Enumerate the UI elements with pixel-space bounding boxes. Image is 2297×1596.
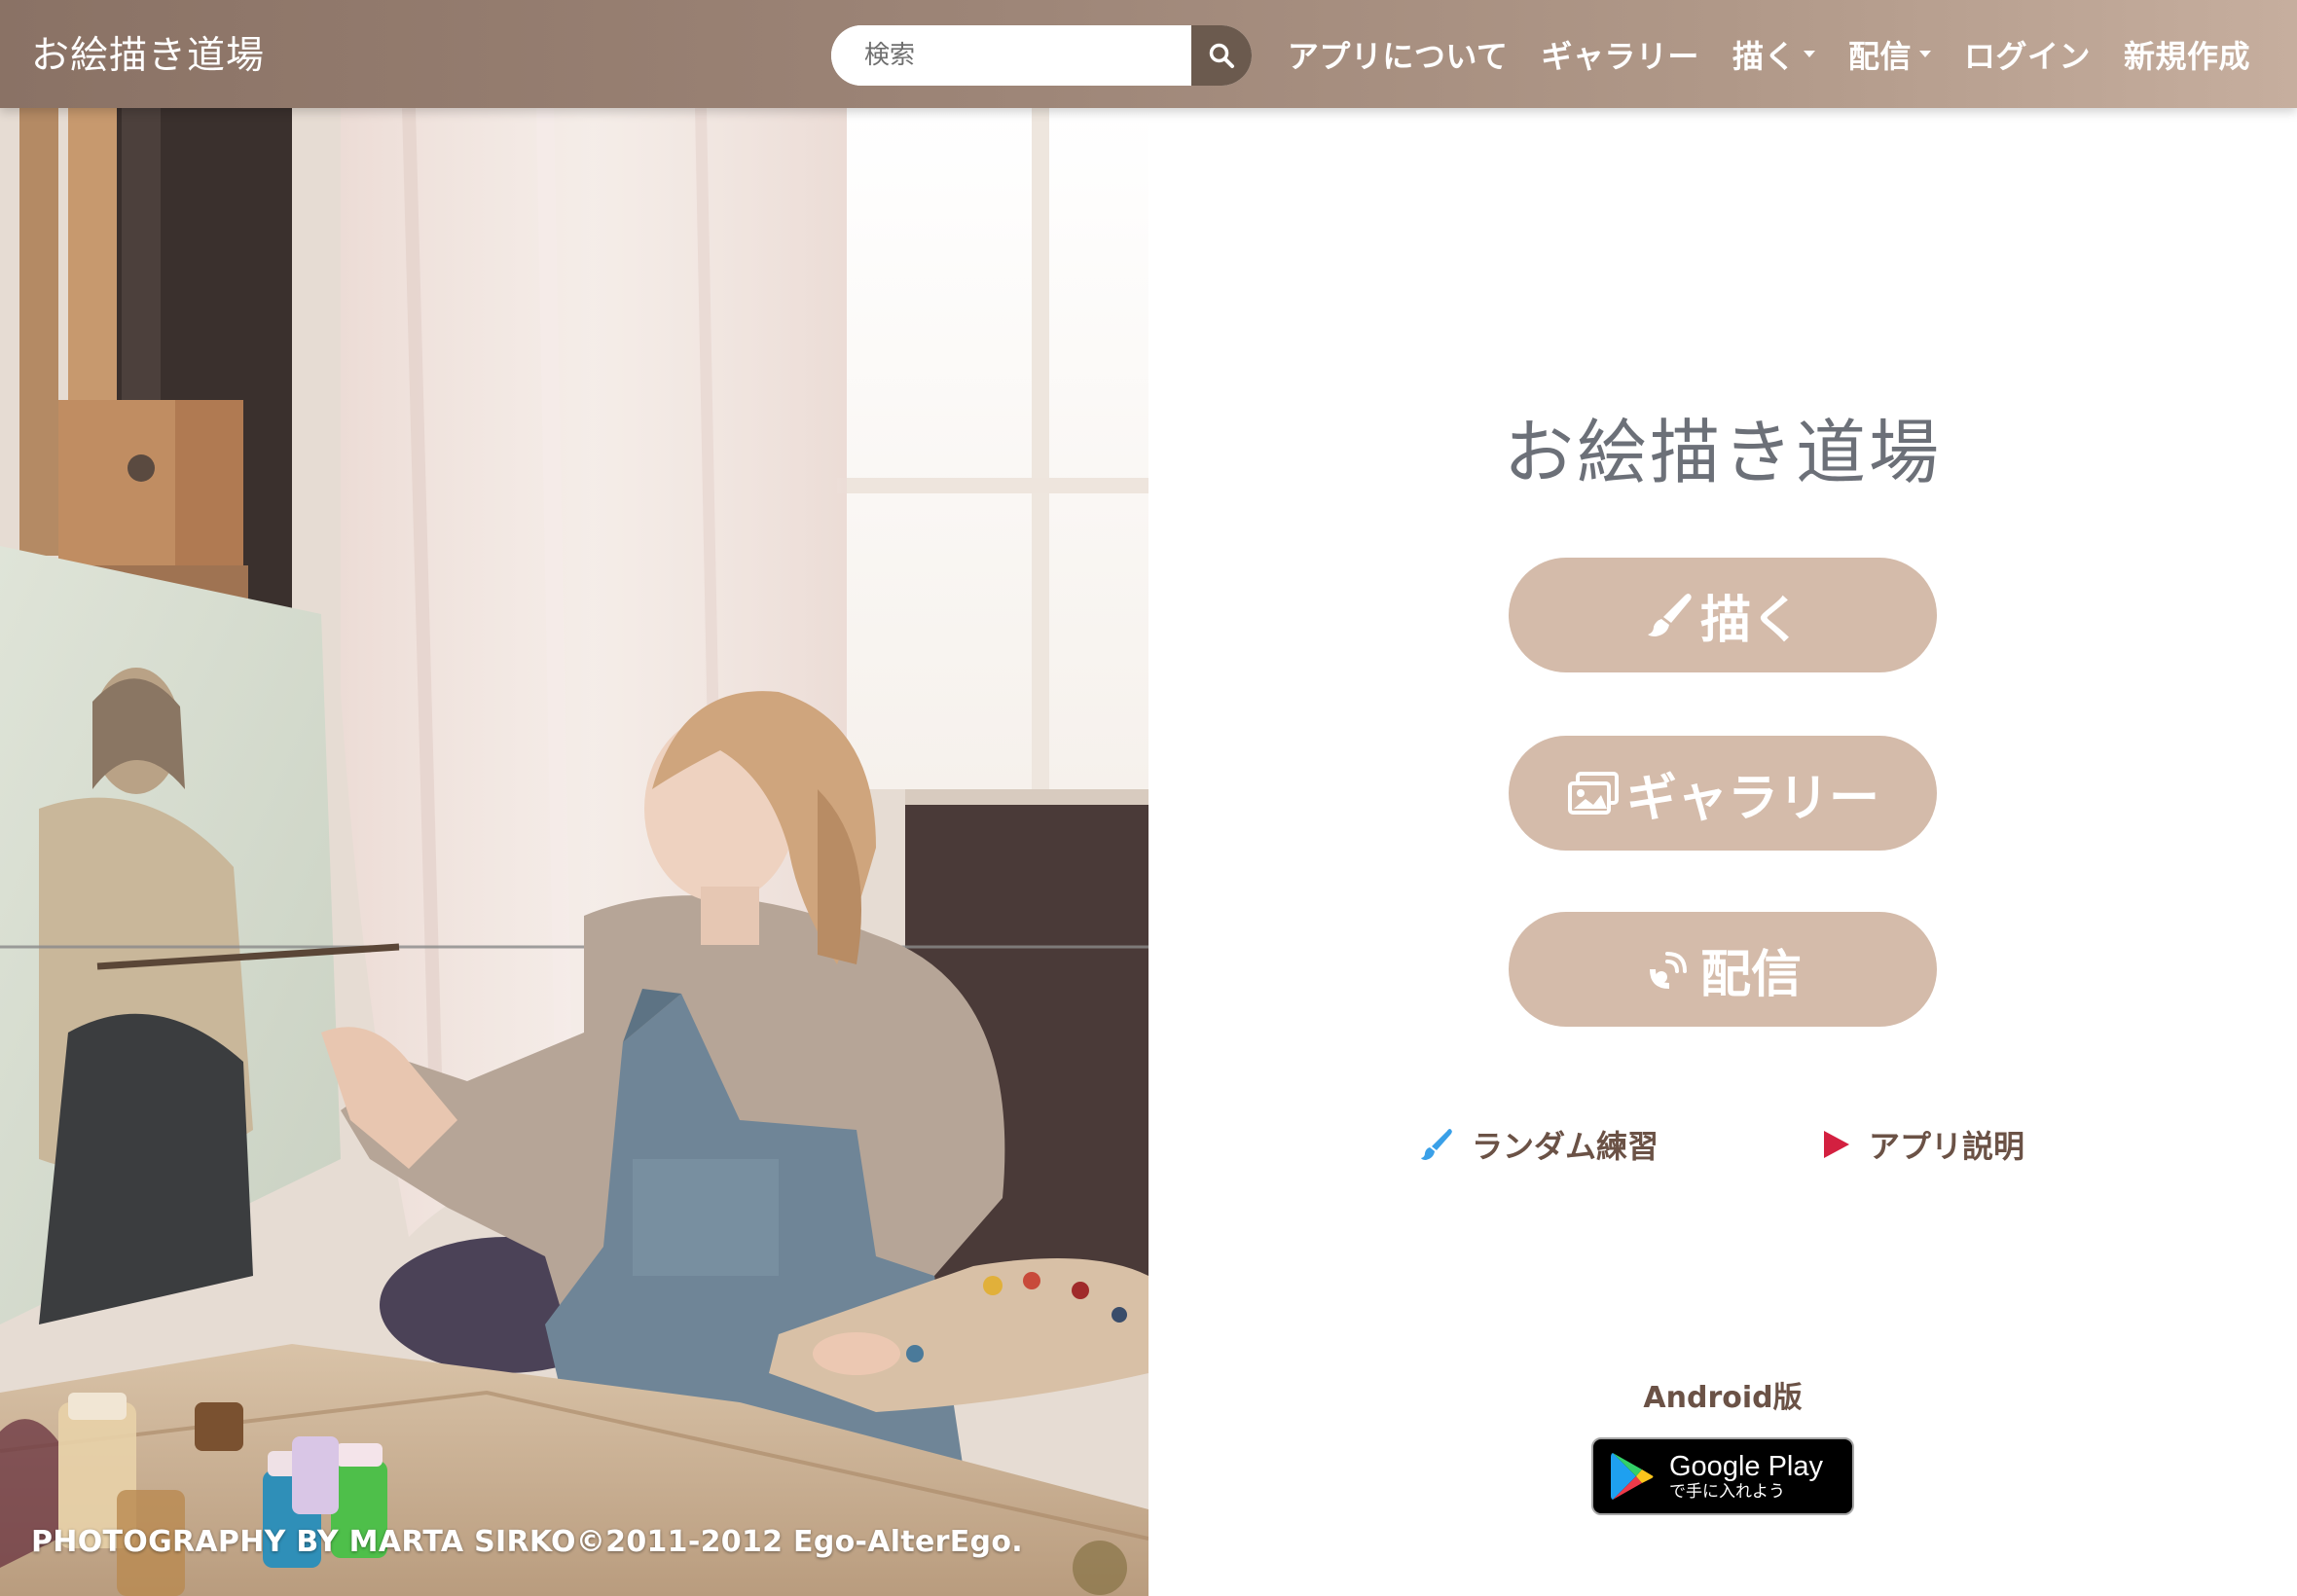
google-play-icon <box>1611 1453 1654 1500</box>
nav-signup[interactable]: 新規作成 <box>2124 32 2250 77</box>
nav-about[interactable]: アプリについて <box>1288 32 1509 77</box>
random-practice-label: ランダム練習 <box>1472 1128 1659 1165</box>
search-icon <box>1209 43 1234 68</box>
hero-photo: PHOTOGRAPHY BY MARTA SIRKO©2011-2012 Ego… <box>0 108 1148 1596</box>
app-description-link[interactable]: アプリ説明 <box>1820 1122 2024 1167</box>
nav-about-label: アプリについて <box>1287 37 1509 75</box>
google-play-badge[interactable]: Google Play で手に入れよう <box>1591 1437 1854 1515</box>
nav-links: アプリについて ギャラリー 描く 配信 ログイン 新規作成 <box>1288 0 2250 108</box>
nav-login[interactable]: ログイン <box>1964 32 2091 77</box>
nav-draw-label: 描く <box>1732 37 1796 75</box>
play-icon <box>1824 1131 1849 1158</box>
gallery-button[interactable]: ギャラリー <box>1509 736 1937 851</box>
main-panel: お絵描き道場 描く ギャラリー 配信 ランダム練習 アプリ説明 Android版… <box>1148 108 2297 1596</box>
broadcast-icon <box>1644 944 1695 995</box>
draw-button[interactable]: 描く <box>1509 558 1937 672</box>
stream-button-label: 配信 <box>1699 945 1802 1004</box>
paintbrush-icon <box>1644 590 1695 640</box>
app-description-label: アプリ説明 <box>1869 1128 2025 1165</box>
stream-button[interactable]: 配信 <box>1509 912 1937 1027</box>
photo-credit: PHOTOGRAPHY BY MARTA SIRKO©2011-2012 Ego… <box>31 1525 1023 1559</box>
artist-painting-illustration <box>0 108 1148 1596</box>
page-title: お絵描き道場 <box>1503 412 1942 493</box>
caret-down-icon <box>1918 51 1931 57</box>
search-button[interactable] <box>1191 25 1252 86</box>
gallery-button-label: ギャラリー <box>1625 769 1879 828</box>
nav-draw-dropdown[interactable]: 描く <box>1732 32 1815 77</box>
google-play-sub: で手に入れよう <box>1669 1482 1785 1502</box>
nav-stream-dropdown[interactable]: 配信 <box>1848 32 1931 77</box>
nav-login-label: ログイン <box>1963 37 2091 75</box>
caret-down-icon <box>1803 51 1815 57</box>
google-play-text: Google Play で手に入れよう <box>1669 1451 1823 1502</box>
images-icon <box>1566 770 1621 816</box>
draw-button-label: 描く <box>1699 591 1802 650</box>
nav-signup-label: 新規作成 <box>2123 37 2250 75</box>
search-input[interactable] <box>831 25 1191 86</box>
random-practice-link[interactable]: ランダム練習 <box>1419 1122 1659 1167</box>
nav-stream-label: 配信 <box>1847 37 1912 75</box>
nav-gallery[interactable]: ギャラリー <box>1541 32 1699 77</box>
android-label: Android版 <box>1643 1381 1803 1415</box>
brand-logo[interactable]: お絵描き道場 <box>31 25 265 80</box>
navbar: お絵描き道場 アプリについて ギャラリー 描く 配信 ログイン 新規作成 <box>0 0 2297 108</box>
nav-gallery-label: ギャラリー <box>1541 37 1699 75</box>
google-play-main: Google Play <box>1669 1451 1823 1482</box>
search-form <box>831 25 1252 86</box>
brush-icon <box>1421 1129 1452 1160</box>
